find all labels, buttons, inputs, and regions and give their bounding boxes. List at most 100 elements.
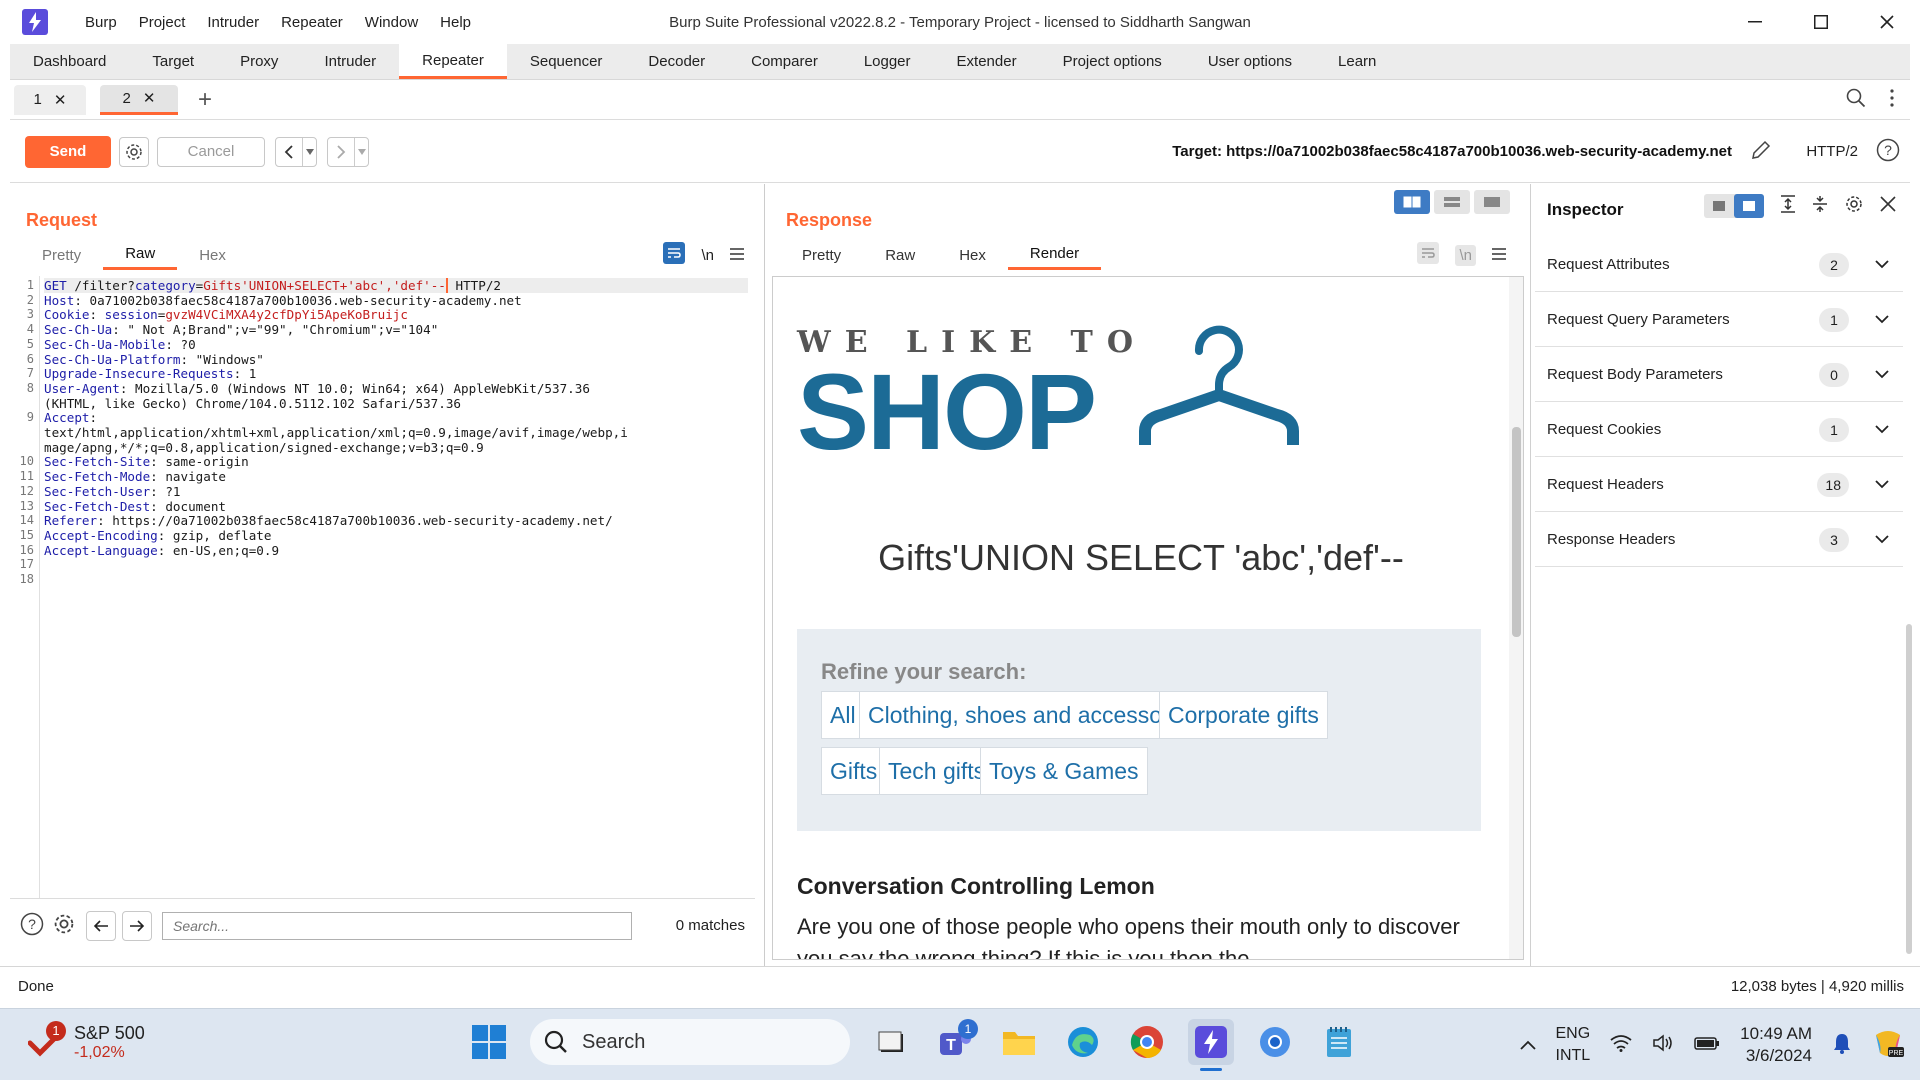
chevron-down-icon[interactable] xyxy=(1875,476,1889,493)
category-gifts[interactable]: Gifts xyxy=(821,747,887,795)
menu-icon[interactable] xyxy=(1492,247,1506,264)
blog-post-title[interactable]: Conversation Controlling Lemon xyxy=(797,873,1155,900)
taskbar-search[interactable]: Search xyxy=(530,1019,850,1065)
tab-logger[interactable]: Logger xyxy=(841,44,934,79)
copilot-icon[interactable]: PRE xyxy=(1872,1027,1904,1063)
help-icon[interactable]: ? xyxy=(20,912,44,940)
notification-bell-icon[interactable] xyxy=(1832,1032,1852,1058)
newline-toggle-icon[interactable]: \n xyxy=(701,247,714,264)
search-icon[interactable] xyxy=(1846,88,1866,112)
menu-intruder[interactable]: Intruder xyxy=(196,14,270,31)
tab-repeater[interactable]: Repeater xyxy=(399,44,507,79)
cancel-button[interactable]: Cancel xyxy=(157,136,265,167)
repeater-tab-2[interactable]: 2 ✕ xyxy=(100,84,178,115)
category-toys-games[interactable]: Toys & Games xyxy=(980,747,1148,795)
inspector-request-headers[interactable]: Request Headers 18 xyxy=(1535,458,1903,512)
wrap-text-icon[interactable] xyxy=(1417,242,1440,268)
menu-icon[interactable] xyxy=(730,247,744,264)
tab-pretty[interactable]: Pretty xyxy=(780,240,863,270)
tab-decoder[interactable]: Decoder xyxy=(625,44,728,79)
close-icon[interactable] xyxy=(1880,196,1896,216)
maximize-button[interactable] xyxy=(1788,0,1854,44)
windows-start-icon[interactable] xyxy=(466,1019,512,1065)
inspector-scrollbar[interactable] xyxy=(1906,624,1912,954)
wrap-text-icon[interactable] xyxy=(663,242,686,268)
burp-suite-taskbar-icon[interactable] xyxy=(1188,1019,1234,1071)
forward-arrow-icon[interactable] xyxy=(328,138,354,166)
category-corporate-gifts[interactable]: Corporate gifts xyxy=(1159,691,1328,739)
category-clothing[interactable]: Clothing, shoes and accessories xyxy=(859,691,1209,739)
task-view-icon[interactable] xyxy=(868,1019,914,1065)
close-icon[interactable]: ✕ xyxy=(54,91,67,109)
add-tab-icon[interactable]: + xyxy=(198,86,212,114)
tab-pretty[interactable]: Pretty xyxy=(20,240,103,270)
minimize-button[interactable] xyxy=(1722,0,1788,44)
split-vertical-icon[interactable] xyxy=(1434,190,1470,214)
chevron-down-icon[interactable] xyxy=(354,137,368,166)
inspector-request-attributes[interactable]: Request Attributes 2 xyxy=(1535,238,1903,292)
file-explorer-icon[interactable] xyxy=(996,1019,1042,1065)
dock-left-icon[interactable] xyxy=(1704,194,1734,218)
tab-project-options[interactable]: Project options xyxy=(1040,44,1185,79)
tab-raw[interactable]: Raw xyxy=(103,240,178,270)
collapse-all-icon[interactable] xyxy=(1812,195,1828,217)
edge-browser-icon[interactable] xyxy=(1060,1019,1106,1065)
tab-sequencer[interactable]: Sequencer xyxy=(507,44,626,79)
menu-help[interactable]: Help xyxy=(429,14,482,31)
render-scrollbar[interactable] xyxy=(1509,277,1523,959)
category-tech-gifts[interactable]: Tech gifts xyxy=(879,747,995,795)
menu-repeater[interactable]: Repeater xyxy=(270,14,354,31)
chevron-down-icon[interactable] xyxy=(1875,366,1889,383)
menu-burp[interactable]: Burp xyxy=(74,14,128,31)
pencil-icon[interactable] xyxy=(1750,139,1772,165)
rendered-page[interactable]: WE LIKE TO SHOP Gifts'UNION SELECT 'abc'… xyxy=(772,276,1524,960)
tab-render[interactable]: Render xyxy=(1007,240,1102,270)
language-indicator[interactable]: ENG INTL xyxy=(1556,1023,1591,1067)
settings-gear-icon[interactable] xyxy=(119,136,149,167)
inspector-request-body-parameters[interactable]: Request Body Parameters 0 xyxy=(1535,348,1903,402)
tab-target[interactable]: Target xyxy=(129,44,217,79)
chromium-browser-icon[interactable] xyxy=(1252,1019,1298,1065)
back-arrow-icon[interactable] xyxy=(276,138,302,166)
notepad-icon[interactable] xyxy=(1316,1019,1362,1065)
inspector-request-query-parameters[interactable]: Request Query Parameters 1 xyxy=(1535,293,1903,347)
menu-window[interactable]: Window xyxy=(354,14,429,31)
teams-icon[interactable]: T 1 xyxy=(932,1019,978,1065)
expand-all-icon[interactable] xyxy=(1780,195,1796,217)
split-horizontal-icon[interactable] xyxy=(1394,190,1430,214)
dock-right-icon[interactable] xyxy=(1734,194,1764,218)
chevron-down-icon[interactable] xyxy=(1875,311,1889,328)
chevron-down-icon[interactable] xyxy=(1875,256,1889,273)
tabbed-layout-icon[interactable] xyxy=(1474,190,1510,214)
tab-proxy[interactable]: Proxy xyxy=(217,44,301,79)
chevron-up-icon[interactable] xyxy=(1519,1037,1536,1054)
previous-match-icon[interactable] xyxy=(86,910,116,941)
newline-toggle-icon[interactable]: \n xyxy=(1455,244,1476,266)
search-input[interactable] xyxy=(162,911,632,940)
request-editor[interactable]: GET /filter?category=Gifts'UNION+SELECT+… xyxy=(10,276,750,898)
inspector-response-headers[interactable]: Response Headers 3 xyxy=(1535,513,1903,567)
wifi-icon[interactable] xyxy=(1610,1034,1632,1056)
send-button[interactable]: Send xyxy=(25,135,111,168)
chevron-down-icon[interactable] xyxy=(302,137,316,166)
tab-extender[interactable]: Extender xyxy=(934,44,1040,79)
settings-gear-icon[interactable] xyxy=(52,912,76,940)
tab-raw[interactable]: Raw xyxy=(863,240,937,270)
system-clock[interactable]: 10:49 AM 3/6/2024 xyxy=(1740,1023,1812,1067)
inspector-request-cookies[interactable]: Request Cookies 1 xyxy=(1535,403,1903,457)
tab-intruder[interactable]: Intruder xyxy=(301,44,399,79)
volume-icon[interactable] xyxy=(1652,1034,1674,1056)
scrollbar-thumb[interactable] xyxy=(1512,427,1521,637)
tab-user-options[interactable]: User options xyxy=(1185,44,1315,79)
stock-widget[interactable]: 1 S&P 500 -1,02% xyxy=(27,1020,145,1062)
help-icon[interactable]: ? xyxy=(1876,138,1900,166)
http-version[interactable]: HTTP/2 xyxy=(1806,143,1858,160)
tab-hex[interactable]: Hex xyxy=(177,240,248,270)
chevron-down-icon[interactable] xyxy=(1875,421,1889,438)
tab-dashboard[interactable]: Dashboard xyxy=(10,44,129,79)
close-icon[interactable]: ✕ xyxy=(143,89,156,107)
tab-learn[interactable]: Learn xyxy=(1315,44,1399,79)
settings-gear-icon[interactable] xyxy=(1844,194,1864,218)
repeater-tab-1[interactable]: 1 ✕ xyxy=(14,84,86,115)
chrome-browser-icon[interactable] xyxy=(1124,1019,1170,1065)
